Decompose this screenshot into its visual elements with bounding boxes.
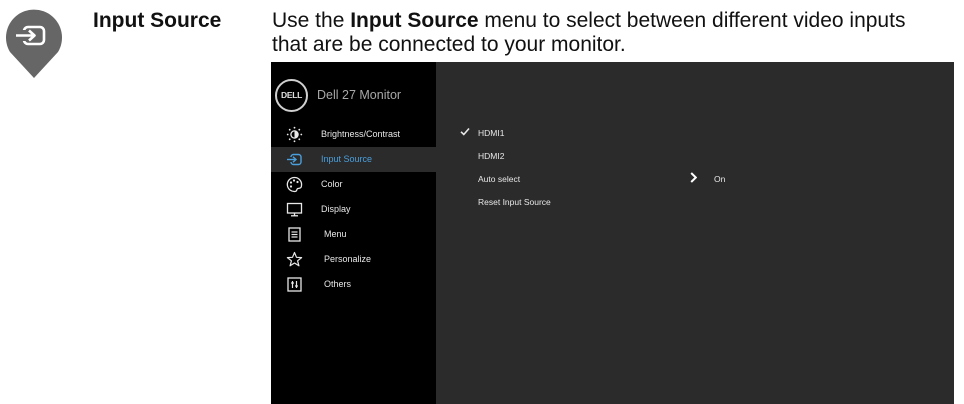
menu-item-others[interactable]: Others — [271, 272, 436, 297]
menu-item-label: Display — [321, 204, 351, 214]
section-title: Input Source — [93, 9, 222, 32]
menu-item-input-source[interactable]: Input Source — [271, 147, 436, 172]
option-hdmi1[interactable]: HDMI1 — [436, 121, 954, 144]
option-hdmi2[interactable]: HDMI2 — [436, 144, 954, 167]
menu-item-label: Color — [321, 179, 343, 189]
option-label: HDMI2 — [478, 151, 505, 161]
input-source-icon — [287, 153, 302, 166]
menu-icon — [288, 227, 301, 242]
menu-item-label: Personalize — [324, 254, 372, 264]
option-value: On — [714, 174, 726, 184]
menu-item-label: Others — [324, 279, 352, 289]
osd-main-menu: DELL Dell 27 Monitor Brightness/Contrast — [271, 62, 436, 404]
chevron-right-icon — [690, 172, 697, 183]
option-label: Reset Input Source — [478, 197, 551, 207]
star-icon — [286, 251, 303, 267]
menu-item-menu[interactable]: Menu — [271, 222, 436, 247]
osd-submenu-panel: HDMI1 HDMI2 Auto select On Reset Input S… — [436, 62, 954, 404]
input-source-pin-icon — [6, 9, 62, 78]
dell-logo: DELL — [275, 78, 308, 112]
others-icon — [287, 277, 302, 292]
brightness-icon — [286, 126, 303, 143]
display-icon — [286, 202, 303, 217]
section-description: Use the Input Source menu to select betw… — [272, 9, 942, 57]
option-reset-input-source[interactable]: Reset Input Source — [436, 190, 954, 213]
menu-item-personalize[interactable]: Personalize — [271, 247, 436, 272]
option-label: Auto select — [478, 174, 521, 184]
menu-item-label: Input Source — [321, 154, 373, 164]
input-source-options: HDMI1 HDMI2 Auto select On Reset Input S… — [436, 121, 954, 213]
color-palette-icon — [286, 176, 303, 193]
description-prefix: Use the — [272, 9, 351, 32]
menu-item-label: Menu — [324, 229, 347, 239]
osd-brand: DELL Dell 27 Monitor — [275, 78, 402, 112]
monitor-model-name: Dell 27 Monitor — [317, 88, 402, 102]
menu-item-display[interactable]: Display — [271, 197, 436, 222]
menu-item-label: Brightness/Contrast — [321, 129, 401, 139]
checkmark-icon — [460, 127, 470, 136]
option-label: HDMI1 — [478, 128, 505, 138]
monitor-osd-menu: DELL Dell 27 Monitor Brightness/Contrast — [271, 62, 954, 404]
menu-item-color[interactable]: Color — [271, 172, 436, 197]
option-auto-select[interactable]: Auto select On — [436, 167, 954, 190]
description-bold: Input Source — [350, 9, 479, 32]
menu-item-brightness-contrast[interactable]: Brightness/Contrast — [271, 122, 436, 147]
osd-menu-list: Brightness/Contrast Input Source Color D… — [271, 122, 436, 297]
